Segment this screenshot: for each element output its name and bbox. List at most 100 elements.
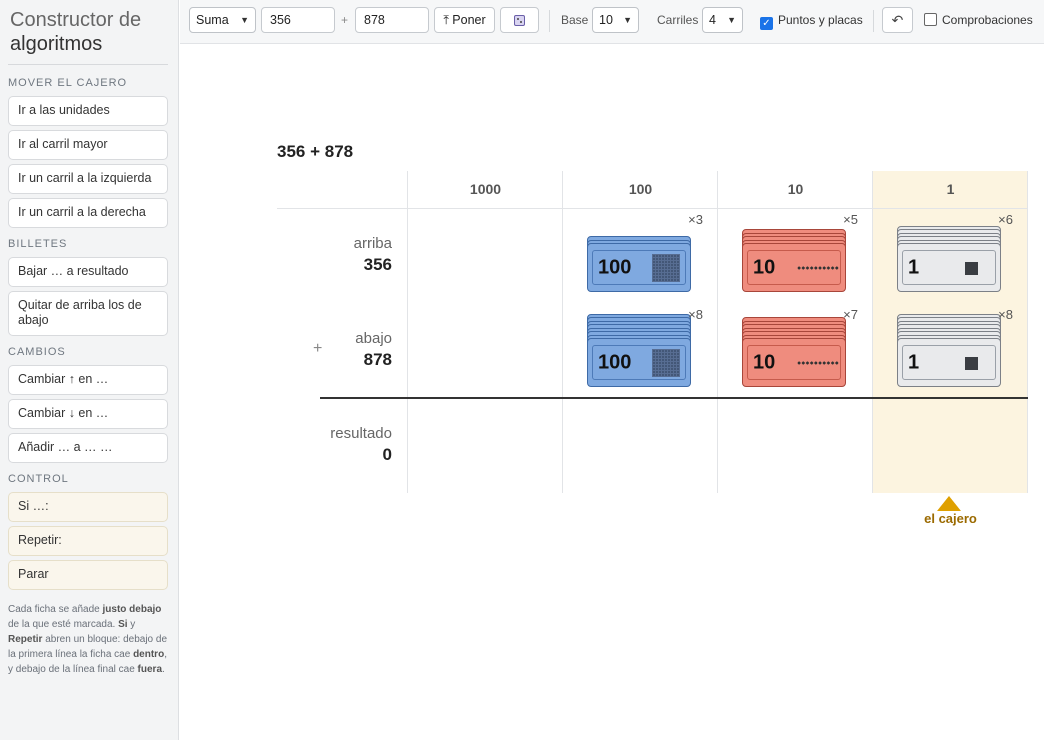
chevron-down-icon: ▼ <box>240 15 249 25</box>
header-divider <box>277 208 1027 209</box>
help-text-bold: justo debajo <box>102 604 162 615</box>
change-up-button[interactable]: Cambiar ↑ en … <box>8 365 168 395</box>
add-to-button[interactable]: Añadir … a … … <box>8 433 168 463</box>
help-text-part: y <box>127 619 136 630</box>
repeat-button[interactable]: Repetir: <box>8 526 168 556</box>
checks-label: Comprobaciones <box>942 13 1033 27</box>
bill-count: ×5 <box>843 212 858 227</box>
toolbar-divider <box>549 10 550 32</box>
dice-icon <box>514 14 525 26</box>
column-header-10: 10 <box>787 181 804 197</box>
app-title-line1: Constructor de <box>10 9 142 31</box>
chevron-down-icon: ▼ <box>727 15 736 25</box>
bill-1: 1 <box>897 338 1001 387</box>
go-highest-lane-button[interactable]: Ir al carril mayor <box>8 130 168 160</box>
row-result-label: resultado 0 <box>290 425 392 465</box>
help-text-bold: Repetir <box>8 634 43 645</box>
remove-top-from-bottom-button[interactable]: Quitar de arriba los de abajo <box>8 291 168 336</box>
row-bottom-value: 878 <box>363 350 392 369</box>
help-text: Cada ficha se añade justo debajo de la q… <box>8 602 168 677</box>
base-select-value: 10 <box>599 13 613 27</box>
lanes-select-value: 4 <box>709 13 716 27</box>
cashier-marker-icon[interactable] <box>937 496 961 511</box>
go-units-button[interactable]: Ir a las unidades <box>8 96 168 126</box>
change-down-button[interactable]: Cambiar ↓ en … <box>8 399 168 429</box>
toolbar-divider <box>873 10 874 32</box>
help-text-bold: fuera <box>137 664 162 675</box>
base-label: Base <box>561 13 589 27</box>
bill-stack-top-10[interactable]: 10 ×5 <box>742 212 858 294</box>
hundred-grid-icon <box>652 349 680 377</box>
bill-denomination: 1 <box>908 256 920 278</box>
put-button[interactable]: ⤒ Poner <box>434 7 495 33</box>
checkbox-unchecked-icon[interactable] <box>924 13 937 26</box>
help-text-bold: Si <box>118 619 128 630</box>
unit-square-icon <box>965 261 978 275</box>
column-divider <box>562 171 563 493</box>
bill-denomination: 10 <box>753 256 776 278</box>
row-bottom-name: abajo <box>355 330 392 347</box>
row-top-label: arriba 356 <box>290 235 392 275</box>
lower-to-result-button[interactable]: Bajar … a resultado <box>8 257 168 287</box>
chevron-down-icon: ▼ <box>623 15 632 25</box>
sidebar: Constructor de algoritmos MOVER EL CAJER… <box>0 0 179 740</box>
column-divider <box>407 171 408 493</box>
bill-10: 10 <box>742 338 846 387</box>
ten-dots-icon <box>797 360 839 365</box>
lanes-label: Carriles <box>657 13 699 27</box>
checkbox-checked-icon[interactable]: ✓ <box>760 17 773 30</box>
section-control-label: CONTROL <box>8 473 69 485</box>
row-top-name: arriba <box>353 235 392 252</box>
help-text-bold: dentro <box>133 649 165 660</box>
bill-100: 100 <box>587 243 691 292</box>
sum-line <box>320 397 1028 399</box>
hundred-grid-icon <box>652 254 680 282</box>
bill-100: 100 <box>587 338 691 387</box>
undo-icon: ↶ <box>891 11 904 28</box>
bill-1: 1 <box>897 243 1001 292</box>
row-bottom-label: abajo 878 <box>290 330 392 370</box>
undo-button[interactable]: ↶ <box>882 7 913 33</box>
bill-count: ×8 <box>998 307 1013 322</box>
operation-select-value: Suma <box>196 13 229 27</box>
problem-title: 356 + 878 <box>277 142 354 161</box>
checks-toggle[interactable]: Comprobaciones <box>924 13 1033 27</box>
row-result-value: 0 <box>382 445 392 464</box>
bill-denomination: 10 <box>753 351 776 373</box>
section-bills-label: BILLETES <box>8 238 68 250</box>
base-select[interactable]: 10 ▼ <box>592 7 639 33</box>
bill-denomination: 1 <box>908 351 920 373</box>
app-title: Constructor de algoritmos <box>8 0 168 65</box>
bill-stack-bottom-100[interactable]: 100 ×8 <box>587 307 703 389</box>
bill-count: ×8 <box>688 307 703 322</box>
ten-dots-icon <box>797 265 839 270</box>
column-header-1000: 1000 <box>469 181 502 197</box>
dots-toggle[interactable]: ✓ Puntos y placas <box>760 13 863 30</box>
operand-b-input[interactable]: 878 <box>355 7 429 33</box>
help-text-part: de la que esté marcada. <box>8 619 119 630</box>
if-button[interactable]: Si …: <box>8 492 168 522</box>
bill-count: ×7 <box>843 307 858 322</box>
bill-denomination: 100 <box>598 351 632 373</box>
lane-left-button[interactable]: Ir un carril a la izquierda <box>8 164 168 194</box>
bill-stack-bottom-10[interactable]: 10 ×7 <box>742 307 858 389</box>
column-header-100: 100 <box>628 181 653 197</box>
operation-select[interactable]: Suma ▼ <box>189 7 256 33</box>
bill-stack-top-1[interactable]: 1 ×6 <box>897 212 1013 294</box>
stop-button[interactable]: Parar <box>8 560 168 590</box>
section-changes-label: CAMBIOS <box>8 346 66 358</box>
column-divider <box>872 171 873 493</box>
plus-label: + <box>341 13 349 27</box>
row-result-name: resultado <box>330 425 392 442</box>
bill-stack-bottom-1[interactable]: 1 ×8 <box>897 307 1013 389</box>
lane-right-button[interactable]: Ir un carril a la derecha <box>8 198 168 228</box>
row-top-value: 356 <box>363 255 392 274</box>
lanes-select[interactable]: 4 ▼ <box>702 7 743 33</box>
operand-a-input[interactable]: 356 <box>261 7 335 33</box>
unit-square-icon <box>965 356 978 370</box>
bill-stack-top-100[interactable]: 100 ×3 <box>587 212 703 294</box>
bill-10: 10 <box>742 243 846 292</box>
section-move-label: MOVER EL CAJERO <box>8 77 128 89</box>
app-title-line2: algoritmos <box>10 33 103 55</box>
random-button[interactable] <box>500 7 539 33</box>
